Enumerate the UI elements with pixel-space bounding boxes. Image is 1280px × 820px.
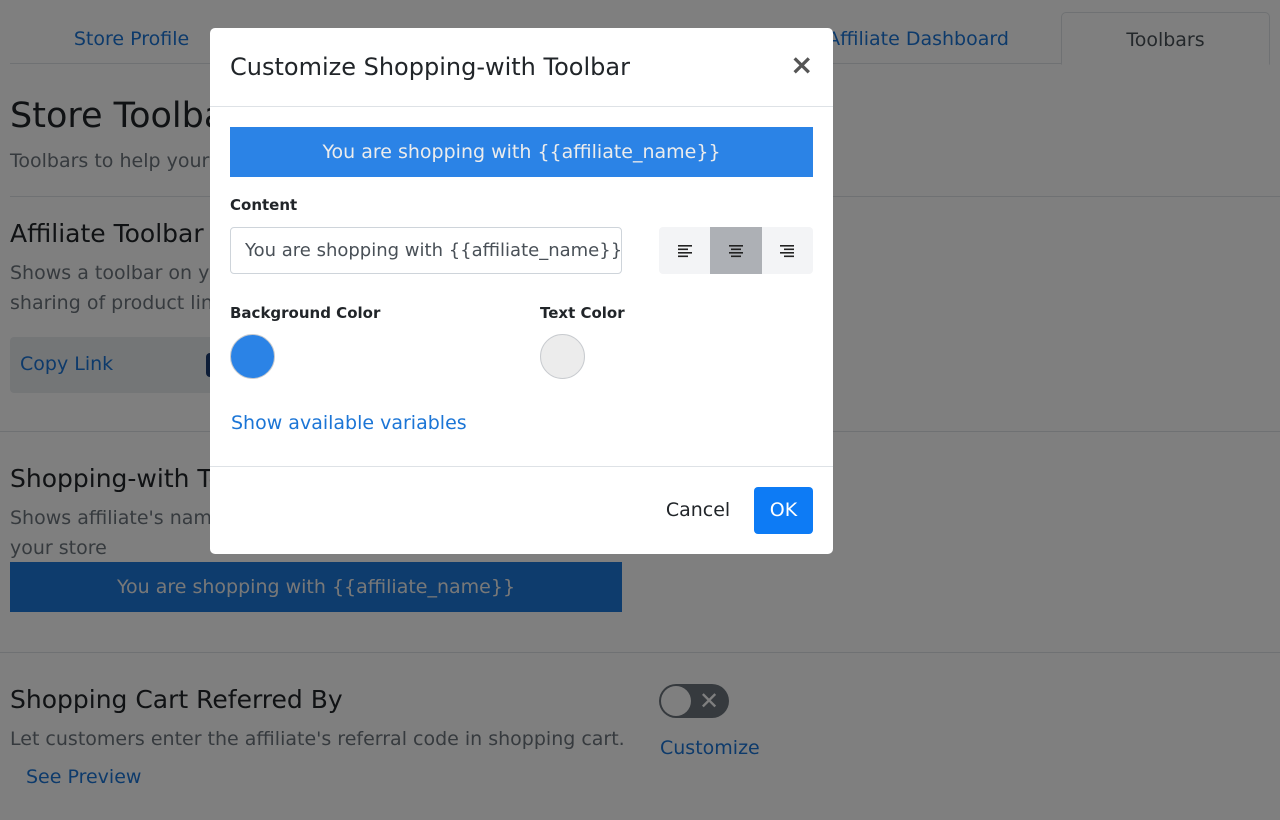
modal-header: Customize Shopping-with Toolbar × <box>210 28 833 107</box>
close-icon[interactable]: × <box>790 50 813 80</box>
align-left-icon <box>677 244 692 257</box>
modal-title: Customize Shopping-with Toolbar <box>230 53 630 81</box>
ok-button[interactable]: OK <box>754 487 813 534</box>
background-color-label: Background Color <box>230 304 381 322</box>
toolbar-preview: You are shopping with {{affiliate_name}} <box>230 127 813 177</box>
align-center-button[interactable] <box>710 227 762 274</box>
align-right-button[interactable] <box>762 227 813 274</box>
content-input[interactable]: You are shopping with {{affiliate_name}} <box>230 227 622 274</box>
text-color-swatch[interactable] <box>540 334 585 379</box>
background-color-swatch[interactable] <box>230 334 275 379</box>
show-variables-link[interactable]: Show available variables <box>231 412 467 434</box>
modal-footer: Cancel OK <box>210 466 833 554</box>
content-label: Content <box>230 196 298 214</box>
align-right-icon <box>780 244 795 257</box>
customize-modal: Customize Shopping-with Toolbar × You ar… <box>210 28 833 554</box>
alignment-button-group <box>659 227 813 274</box>
align-center-icon <box>728 244 743 257</box>
cancel-button[interactable]: Cancel <box>656 487 740 534</box>
text-color-label: Text Color <box>540 304 625 322</box>
align-left-button[interactable] <box>659 227 710 274</box>
